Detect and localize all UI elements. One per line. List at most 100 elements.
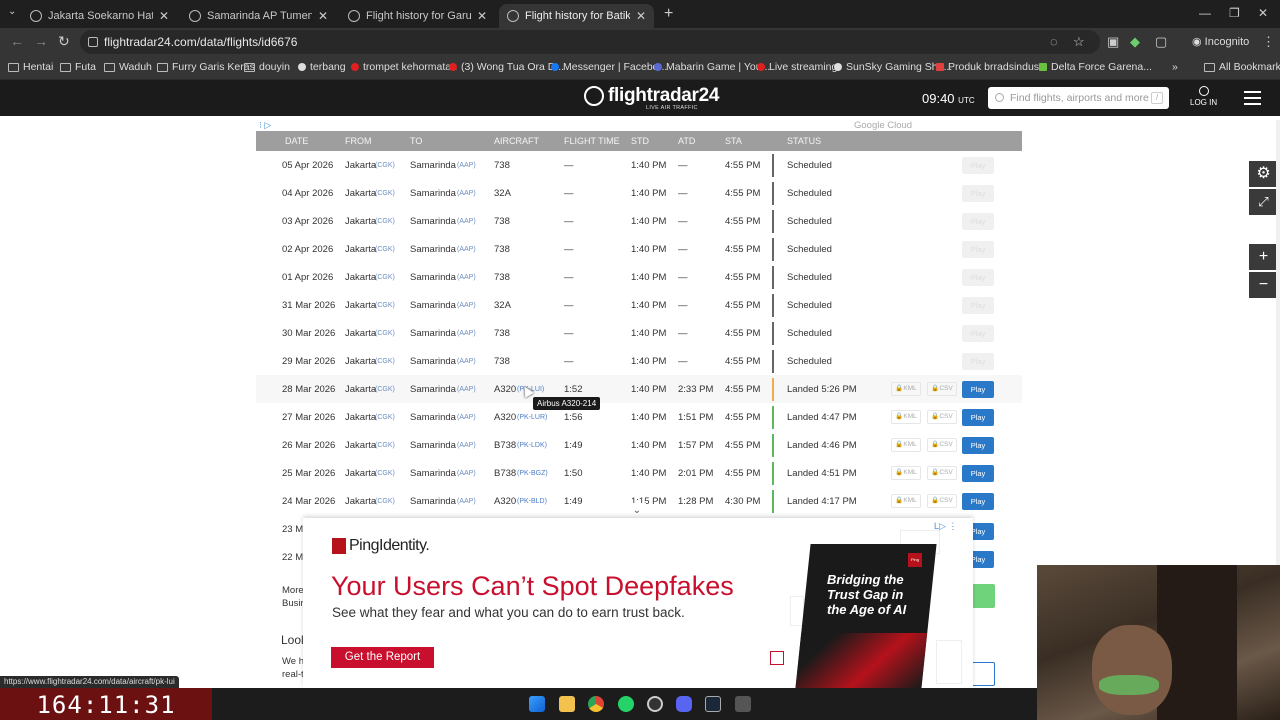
kml-download-button[interactable]: 🔒KML [891, 494, 921, 508]
cell-registration-link[interactable]: (PK-LDK) [517, 442, 547, 449]
table-row[interactable]: 27 Mar 2026 Jakarta (CGK) Samarinda (AAP) A32… [256, 403, 1022, 431]
cell-to-code[interactable]: (AAP) [457, 246, 476, 253]
site-logo[interactable]: flightradar24 [584, 85, 719, 107]
chrome-icon[interactable] [588, 696, 604, 712]
bookmark-waduh[interactable]: Waduh [104, 61, 152, 73]
table-row[interactable]: 04 Apr 2026 Jakarta (CGK) Samarinda (AAP) 32A… [256, 179, 1022, 207]
table-row[interactable]: 05 Apr 2026 Jakarta (CGK) Samarinda (AAP) 738… [256, 151, 1022, 179]
all-bookmarks[interactable]: All Bookmarks [1204, 61, 1280, 73]
cell-from-code[interactable]: (CGK) [375, 498, 395, 505]
cell-to-code[interactable]: (AAP) [457, 470, 476, 477]
close-icon[interactable]: ✕ [477, 9, 487, 23]
cell-from-code[interactable]: (CGK) [375, 246, 395, 253]
whatsapp-icon[interactable] [618, 696, 634, 712]
cell-to-code[interactable]: (AAP) [457, 358, 476, 365]
cell-from-code[interactable]: (CGK) [375, 274, 395, 281]
ad-collapse-chevron-icon[interactable]: ⌄ [628, 503, 646, 518]
tab-1[interactable]: Samarinda AP Tumenggung Pr ✕ [181, 4, 336, 28]
obs-icon[interactable] [647, 696, 663, 712]
kml-download-button[interactable]: 🔒KML [891, 382, 921, 396]
browser-menu-icon[interactable]: ⋮ [1262, 34, 1275, 50]
bookmarks-overflow-icon[interactable]: » [1172, 61, 1178, 73]
bookmark-wong-tua[interactable]: (3) Wong Tua Ora D... [449, 61, 564, 73]
extensions-puzzle-icon[interactable]: ▢ [1155, 34, 1167, 50]
forward-icon[interactable]: → [34, 33, 48, 49]
play-button[interactable]: Play [962, 465, 994, 482]
zoom-out-icon[interactable]: − [1249, 272, 1278, 298]
tab-search-icon[interactable]: ⌄ [8, 6, 16, 17]
cell-to-code[interactable]: (AAP) [457, 414, 476, 421]
bottom-ad-banner[interactable]: L▷ ⋮ PingIdentity. Your Users Can’t Spot… [303, 518, 973, 688]
play-button[interactable]: Play [962, 437, 994, 454]
adchoices-icon[interactable]: ⁝ ▷ [259, 120, 271, 131]
zoom-in-icon[interactable]: + [1249, 244, 1278, 270]
csv-download-button[interactable]: 🔒CSV [927, 494, 957, 508]
app-icon[interactable] [735, 696, 751, 712]
bookmark-futa[interactable]: Futa [60, 61, 96, 73]
extension-icon[interactable]: ▣ [1107, 34, 1119, 50]
cell-from-code[interactable]: (CGK) [375, 302, 395, 309]
close-icon[interactable]: ✕ [318, 9, 328, 23]
cell-to-code[interactable]: (AAP) [457, 218, 476, 225]
bookmark-messenger[interactable]: Messenger | Facebo... [551, 61, 667, 73]
csv-download-button[interactable]: 🔒CSV [927, 382, 957, 396]
kml-download-button[interactable]: 🔒KML [891, 410, 921, 424]
table-row[interactable]: 28 Mar 2026 Jakarta (CGK) Samarinda (AAP) A32… [256, 375, 1022, 403]
settings-gear-icon[interactable]: ⚙ [1249, 161, 1278, 187]
play-button[interactable]: Play [962, 493, 994, 510]
cell-registration-link[interactable]: (PK-BLD) [517, 498, 547, 505]
table-row[interactable]: 01 Apr 2026 Jakarta (CGK) Samarinda (AAP) 738… [256, 263, 1022, 291]
bookmark-live-streaming[interactable]: Live streaming [757, 61, 837, 73]
csv-download-button[interactable]: 🔒CSV [927, 466, 957, 480]
address-bar[interactable]: flightradar24.com/data/flights/id6676 [80, 30, 1100, 54]
file-explorer-icon[interactable] [559, 696, 575, 712]
cell-to-code[interactable]: (AAP) [457, 442, 476, 449]
window-close-icon[interactable]: ✕ [1258, 6, 1268, 20]
back-icon[interactable]: ← [10, 33, 24, 49]
table-row[interactable]: 29 Mar 2026 Jakarta (CGK) Samarinda (AAP) 738… [256, 347, 1022, 375]
close-icon[interactable]: ✕ [636, 9, 646, 23]
tab-0[interactable]: Jakarta Soekarno Hatta Internat ✕ [22, 4, 177, 28]
cell-to-code[interactable]: (AAP) [457, 330, 476, 337]
tab-2[interactable]: Flight history for Garuda Indon ✕ [340, 4, 495, 28]
close-icon[interactable]: ✕ [159, 9, 169, 23]
fullscreen-icon[interactable]: ⤢ [1249, 189, 1278, 215]
tab-3-active[interactable]: Flight history for Batik Air flight ✕ [499, 4, 654, 28]
cell-to-code[interactable]: (AAP) [457, 190, 476, 197]
steam-icon[interactable] [705, 696, 721, 712]
table-row[interactable]: 26 Mar 2026 Jakarta (CGK) Samarinda (AAP) B73… [256, 431, 1022, 459]
cell-from-code[interactable]: (CGK) [375, 386, 395, 393]
reload-icon[interactable]: ↻ [58, 33, 70, 50]
bookmark-produk[interactable]: Produk brradsindus... [936, 61, 1048, 73]
eye-off-icon[interactable]: ◌ [1050, 34, 1058, 49]
cell-to-code[interactable]: (AAP) [457, 162, 476, 169]
ad-headline[interactable]: Your Users Can’t Spot Deepfakes [331, 571, 734, 602]
cell-from-code[interactable]: (CGK) [375, 330, 395, 337]
csv-download-button[interactable]: 🔒CSV [927, 438, 957, 452]
cell-from-code[interactable]: (CGK) [375, 470, 395, 477]
bookmark-mabarin[interactable]: Mabarin Game | You... [654, 61, 770, 73]
site-info-icon[interactable] [88, 37, 98, 47]
new-tab-icon[interactable]: + [664, 5, 673, 23]
minimize-icon[interactable]: — [1199, 6, 1211, 20]
cell-from-code[interactable]: (CGK) [375, 190, 395, 197]
bookmark-hentai[interactable]: Hentai [8, 61, 53, 73]
table-row[interactable]: 02 Apr 2026 Jakarta (CGK) Samarinda (AAP) 738… [256, 235, 1022, 263]
play-button[interactable]: Play [962, 381, 994, 398]
cell-to-code[interactable]: (AAP) [457, 274, 476, 281]
windows-start-icon[interactable] [529, 696, 545, 712]
login-button[interactable]: LOG IN [1190, 86, 1217, 107]
ad-cta-button[interactable]: Get the Report [331, 647, 434, 668]
extension-green-icon[interactable]: ◆ [1130, 34, 1140, 50]
site-search[interactable]: Find flights, airports and more / [988, 87, 1169, 109]
cell-from-code[interactable]: (CGK) [375, 162, 395, 169]
cell-from-code[interactable]: (CGK) [375, 442, 395, 449]
bookmark-sunsky[interactable]: SunSky Gaming Sho... [834, 61, 952, 73]
bookmark-terbang[interactable]: terbang [298, 61, 346, 73]
kml-download-button[interactable]: 🔒KML [891, 466, 921, 480]
table-row[interactable]: 25 Mar 2026 Jakarta (CGK) Samarinda (AAP) B73… [256, 459, 1022, 487]
play-button[interactable]: Play [962, 409, 994, 426]
bookmark-douyin[interactable]: douyin [244, 61, 290, 73]
table-row[interactable]: 03 Apr 2026 Jakarta (CGK) Samarinda (AAP) 738… [256, 207, 1022, 235]
cell-to-code[interactable]: (AAP) [457, 498, 476, 505]
